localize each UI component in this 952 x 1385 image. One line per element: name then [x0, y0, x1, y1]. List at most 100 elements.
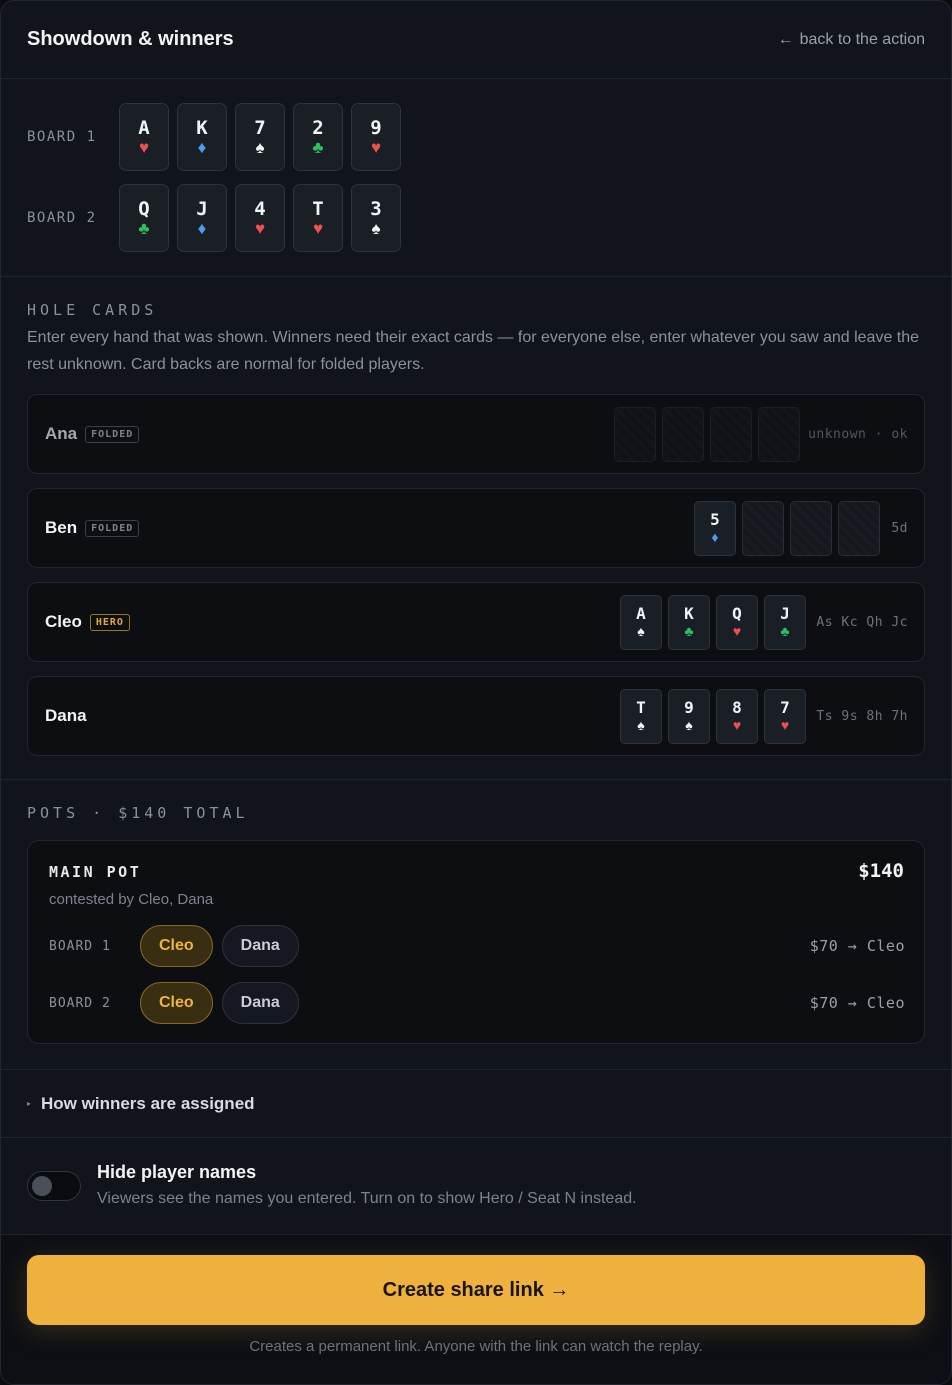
create-share-link-button[interactable]: Create share link → — [27, 1255, 925, 1325]
hole-card[interactable]: 8 ♥ — [716, 688, 758, 744]
board-card[interactable]: 9 ♥ — [351, 103, 401, 171]
heart-icon: ♥ — [732, 623, 742, 639]
hide-names-toggle[interactable] — [27, 1171, 81, 1201]
hole-cards-section: HOLE CARDS Enter every hand that was sho… — [1, 276, 951, 779]
card-rank: T — [636, 698, 646, 717]
boards-section: BOARD 1 A ♥ K ♦ 7 ♠ 2 ♣ 9 ♥ BOARD 2 Q ♣ J ♦ 4 ♥ … — [1, 78, 951, 276]
folded-badge: FOLDED — [85, 519, 140, 537]
hole-card-slots: T ♠ 9 ♠ 8 ♥ 7 ♥ — [620, 677, 806, 755]
player-name-text: Dana — [45, 706, 87, 725]
heart-icon: ♥ — [370, 138, 382, 157]
heart-icon: ♥ — [312, 219, 324, 238]
back-to-action-link[interactable]: ← back to the action — [778, 31, 925, 49]
club-icon: ♣ — [780, 623, 790, 639]
card-back-slot[interactable] — [614, 406, 656, 462]
card-rank: A — [138, 117, 150, 139]
player-row-cleo: Cleo HERO A ♠ K ♣ Q ♥ J ♣ As Kc Qh Jc — [27, 582, 925, 662]
card-rank: A — [636, 604, 646, 623]
hand-summary: unknown · ok — [808, 426, 908, 442]
card-rank: 7 — [780, 698, 790, 717]
card-back-slot[interactable] — [758, 406, 800, 462]
spade-icon: ♠ — [255, 138, 265, 157]
card-back-slot[interactable] — [662, 406, 704, 462]
card-rank: 7 — [254, 117, 266, 139]
card-back-slot[interactable] — [710, 406, 752, 462]
pot-title: MAIN POT — [49, 863, 142, 881]
winner-chip-dana[interactable]: Dana — [221, 982, 299, 1024]
card-back-slot[interactable] — [742, 500, 784, 556]
board-row-2: BOARD 2 Q ♣ J ♦ 4 ♥ T ♥ 3 ♠ — [27, 184, 401, 252]
card-rank: 5 — [710, 510, 720, 529]
diamond-icon: ♦ — [711, 529, 719, 545]
disclosure-triangle-icon: ▸ — [27, 1099, 32, 1108]
board-card[interactable]: 2 ♣ — [293, 103, 343, 171]
club-icon: ♣ — [684, 623, 694, 639]
toggle-knob — [32, 1176, 52, 1196]
pot-amount: $140 — [858, 860, 904, 882]
page-title: Showdown & winners — [27, 28, 234, 50]
hole-card[interactable]: K ♣ — [668, 594, 710, 650]
heart-icon: ♥ — [138, 138, 150, 157]
winner-row-board-1: BOARD 1 Cleo Dana $70 → Cleo — [49, 924, 905, 968]
back-label: back to the action — [799, 30, 925, 48]
hero-badge: HERO — [89, 613, 130, 631]
card-rank: 9 — [684, 698, 694, 717]
player-row-ben: Ben FOLDED 5 ♦ 5d — [27, 488, 925, 568]
board-card[interactable]: 7 ♠ — [235, 103, 285, 171]
board-card[interactable]: J ♦ — [177, 184, 227, 252]
board-card[interactable]: Q ♣ — [119, 184, 169, 252]
board-label: BOARD 1 — [49, 938, 111, 954]
board-label: BOARD 2 — [27, 210, 97, 226]
player-name-text: Ben — [45, 518, 78, 537]
board-cards: Q ♣ J ♦ 4 ♥ T ♥ 3 ♠ — [119, 184, 401, 252]
card-rank: 8 — [732, 698, 742, 717]
card-back-slot[interactable] — [790, 500, 832, 556]
spade-icon: ♠ — [637, 623, 645, 639]
hole-card[interactable]: A ♠ — [620, 594, 662, 650]
board-label: BOARD 1 — [27, 129, 97, 145]
winner-chip-dana[interactable]: Dana — [221, 925, 299, 967]
board-card[interactable]: A ♥ — [119, 103, 169, 171]
spade-icon: ♠ — [371, 219, 381, 238]
card-rank: 4 — [254, 198, 266, 220]
card-rank: K — [684, 604, 694, 623]
card-back-slot[interactable] — [838, 500, 880, 556]
hand-summary: 5d — [891, 520, 908, 536]
hand-summary: As Kc Qh Jc — [816, 614, 908, 630]
hole-card[interactable]: 9 ♠ — [668, 688, 710, 744]
spade-icon: ♠ — [637, 717, 645, 733]
hole-hint: Enter every hand that was shown. Winners… — [27, 329, 920, 373]
card-rank: J — [780, 604, 790, 623]
board-card[interactable]: 4 ♥ — [235, 184, 285, 252]
hole-card[interactable]: 7 ♥ — [764, 688, 806, 744]
winner-chip-cleo[interactable]: Cleo — [140, 982, 213, 1024]
hole-card[interactable]: J ♣ — [764, 594, 806, 650]
hole-card[interactable]: Q ♥ — [716, 594, 758, 650]
winner-chip-cleo[interactable]: Cleo — [140, 925, 213, 967]
player-name: Cleo HERO — [45, 583, 130, 661]
winner-row-board-2: BOARD 2 Cleo Dana $70 → Cleo — [49, 981, 905, 1025]
heart-icon: ♥ — [732, 717, 742, 733]
hole-card[interactable]: 5 ♦ — [694, 500, 736, 556]
share-footnote: Creates a permanent link. Anyone with th… — [249, 1338, 703, 1355]
disclosure-label: How winners are assigned — [41, 1093, 255, 1113]
board-card[interactable]: K ♦ — [177, 103, 227, 171]
hole-card-slots — [614, 395, 800, 473]
folded-badge: FOLDED — [85, 425, 140, 443]
hole-card-slots: 5 ♦ — [694, 489, 880, 567]
board-cards: A ♥ K ♦ 7 ♠ 2 ♣ 9 ♥ — [119, 103, 401, 171]
how-winners-disclosure[interactable]: ▸ How winners are assigned — [1, 1069, 951, 1137]
spade-icon: ♠ — [685, 717, 693, 733]
player-row-dana: Dana T ♠ 9 ♠ 8 ♥ 7 ♥ Ts 9s 8h 7h — [27, 676, 925, 756]
contested-by: contested by Cleo, Dana — [49, 891, 214, 908]
toggle-title: Hide player names — [97, 1162, 257, 1182]
player-name: Ana FOLDED — [45, 395, 140, 473]
board-card[interactable]: T ♥ — [293, 184, 343, 252]
club-icon: ♣ — [312, 138, 324, 157]
heart-icon: ♥ — [254, 219, 266, 238]
board-row-1: BOARD 1 A ♥ K ♦ 7 ♠ 2 ♣ 9 ♥ — [27, 103, 401, 171]
award-text: $70 → Cleo — [809, 994, 905, 1012]
player-row-ana: Ana FOLDED unknown · ok — [27, 394, 925, 474]
hole-card[interactable]: T ♠ — [620, 688, 662, 744]
board-card[interactable]: 3 ♠ — [351, 184, 401, 252]
